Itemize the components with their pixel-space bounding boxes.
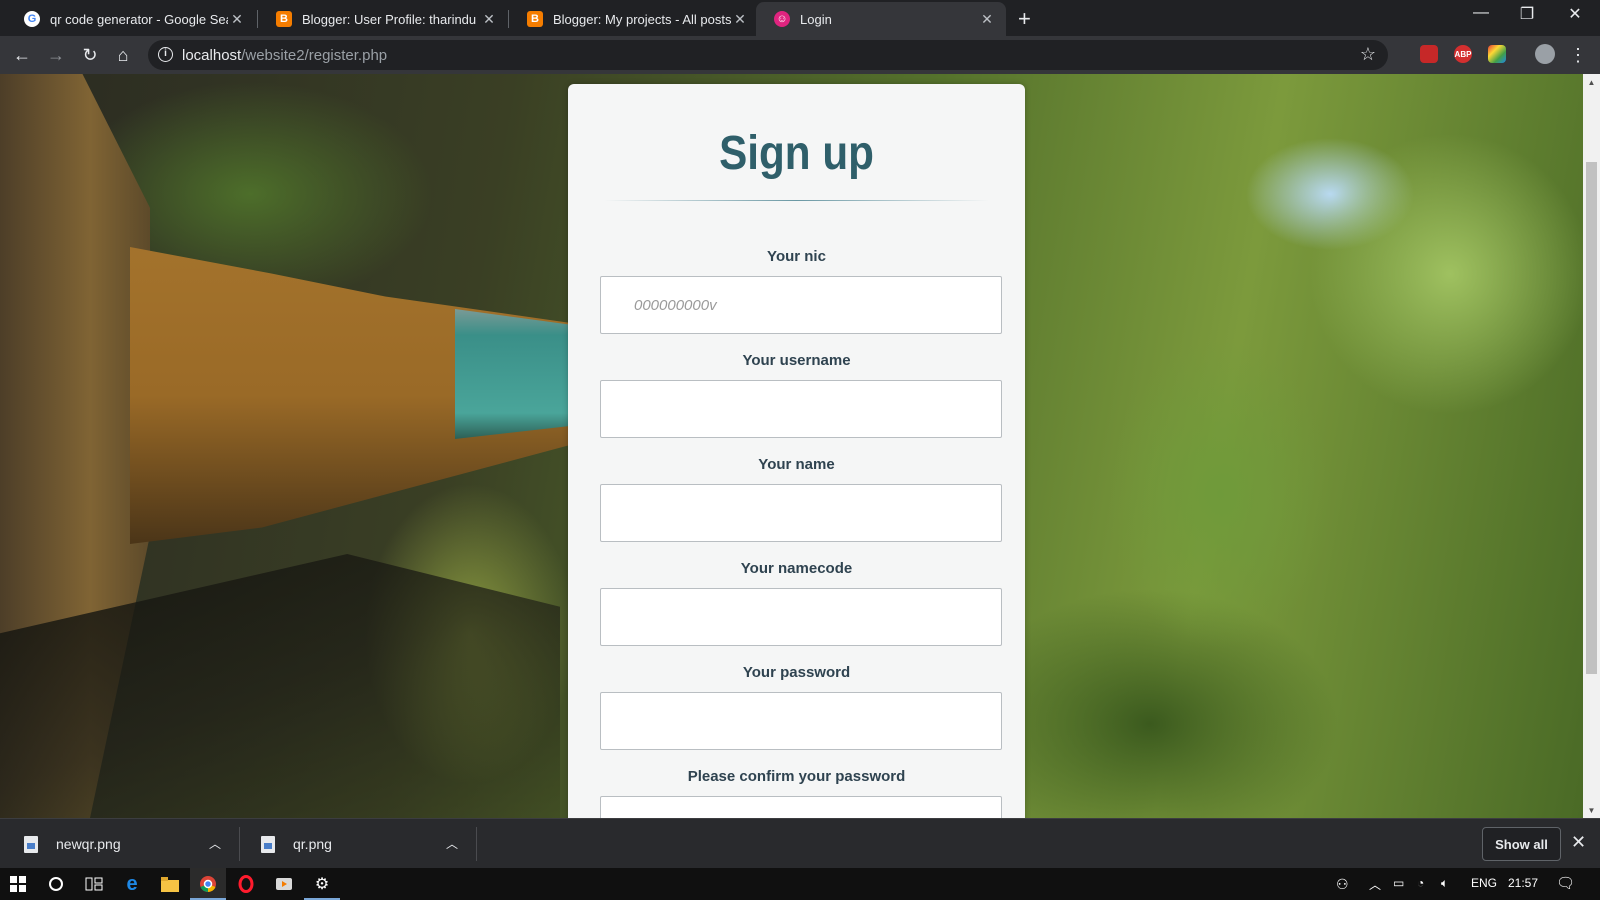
bookmark-star-icon[interactable]: ☆ xyxy=(1360,44,1376,65)
opera-browser-icon[interactable] xyxy=(228,868,264,900)
scroll-up-arrow-icon[interactable]: ▲ xyxy=(1583,78,1600,87)
name-input[interactable] xyxy=(600,484,1002,542)
page-title: Sign up xyxy=(719,127,874,180)
download-filename: qr.png xyxy=(293,836,332,852)
blogger-icon: B xyxy=(276,11,292,27)
chevron-up-icon[interactable]: ︿ xyxy=(446,835,458,852)
home-button[interactable]: ⌂ xyxy=(111,44,135,66)
close-icon[interactable]: ✕ xyxy=(480,11,498,28)
signup-form-card: Sign up Your nic Your username Your name… xyxy=(568,84,1025,818)
show-all-downloads-button[interactable]: Show all xyxy=(1482,827,1561,861)
background-train-green-carriage xyxy=(455,309,570,439)
image-file-icon xyxy=(24,835,38,853)
download-separator xyxy=(476,827,477,861)
adblock-label: ABP xyxy=(1454,49,1472,59)
blogger-icon: B xyxy=(527,11,543,27)
close-icon[interactable]: ✕ xyxy=(731,11,749,28)
url-path: /website2/register.php xyxy=(241,47,388,64)
tab-title: qr code generator - Google Search xyxy=(50,11,228,27)
extension-red-icon[interactable] xyxy=(1420,45,1438,63)
tab-strip: G qr code generator - Google Search ✕ B … xyxy=(0,0,1600,36)
page-viewport: Sign up Your nic Your username Your name… xyxy=(0,74,1583,818)
tab-blogger-projects[interactable]: B Blogger: My projects - All posts ✕ xyxy=(509,2,759,36)
browser-toolbar: ← → ↻ ⌂ i localhost/website2/register.ph… xyxy=(0,36,1600,74)
restore-window-button[interactable]: ❐ xyxy=(1504,4,1550,24)
close-icon[interactable]: ✕ xyxy=(228,11,246,28)
tab-title: Blogger: User Profile: tharindu xyxy=(302,11,477,27)
username-label: Your username xyxy=(742,352,851,369)
reload-button[interactable]: ↻ xyxy=(78,44,102,66)
confirm-password-input[interactable] xyxy=(600,796,1002,818)
namecode-input[interactable] xyxy=(600,588,1002,646)
chevron-up-tray-icon[interactable]: ︿ xyxy=(1369,876,1381,893)
cortana-search-icon[interactable] xyxy=(38,868,74,900)
forward-button[interactable]: → xyxy=(44,44,68,66)
download-item-qr[interactable]: qr.png xyxy=(261,819,332,869)
confirm-password-label: Please confirm your password xyxy=(687,768,906,785)
notifications-icon[interactable]: 🗨︎ xyxy=(1556,874,1575,892)
minimize-window-button[interactable]: — xyxy=(1458,4,1504,22)
close-window-button[interactable]: ✕ xyxy=(1552,4,1598,24)
edge-browser-icon[interactable]: e xyxy=(114,868,150,900)
new-tab-button[interactable]: + xyxy=(1018,6,1031,32)
file-explorer-icon[interactable] xyxy=(152,868,188,900)
tab-title: Blogger: My projects - All posts xyxy=(553,11,731,27)
tab-login[interactable]: ☺ Login ✕ xyxy=(756,2,1006,36)
close-icon[interactable]: ✕ xyxy=(978,11,996,28)
people-icon[interactable]: ⚇ xyxy=(1336,876,1349,893)
scrollbar-thumb[interactable] xyxy=(1586,162,1597,674)
download-bar: newqr.png ︿ qr.png ︿ Show all ✕ xyxy=(0,818,1600,868)
nic-label: Your nic xyxy=(767,248,826,265)
language-indicator[interactable]: ENG xyxy=(1471,876,1497,890)
title-divider xyxy=(604,200,989,201)
menu-kebab-icon[interactable]: ⋮ xyxy=(1566,44,1590,66)
download-separator xyxy=(239,827,240,861)
chrome-taskbar-icon[interactable] xyxy=(190,868,226,900)
url-host: localhost xyxy=(182,47,242,64)
namecode-label: Your namecode xyxy=(740,560,853,577)
image-file-icon xyxy=(261,835,275,853)
scroll-down-arrow-icon[interactable]: ▼ xyxy=(1583,806,1600,815)
clock[interactable]: 21:57 xyxy=(1508,876,1538,890)
google-icon: G xyxy=(24,11,40,27)
login-icon: ☺ xyxy=(774,11,790,27)
wifi-icon[interactable]: ◔ xyxy=(1417,876,1424,890)
tab-title: Login xyxy=(800,11,832,27)
address-bar[interactable]: i localhost/website2/register.php ☆ xyxy=(148,40,1388,70)
tab-google-search[interactable]: G qr code generator - Google Search ✕ xyxy=(6,2,256,36)
username-input[interactable] xyxy=(600,380,1002,438)
battery-icon[interactable]: ▭ xyxy=(1393,876,1404,890)
close-download-bar-icon[interactable]: ✕ xyxy=(1571,832,1586,853)
profile-avatar-icon[interactable] xyxy=(1535,44,1555,64)
media-player-icon[interactable] xyxy=(266,868,302,900)
info-icon[interactable]: i xyxy=(158,47,173,62)
windows-start-icon[interactable] xyxy=(0,868,36,900)
volume-icon[interactable]: 🔈︎ xyxy=(1441,876,1448,891)
settings-gear-icon[interactable]: ⚙ xyxy=(304,868,340,900)
tab-blogger-profile[interactable]: B Blogger: User Profile: tharindu ✕ xyxy=(258,2,508,36)
windows-taskbar: e ⚙ ⚇ ︿ ▭ ◔ 🔈︎ ENG 21:57 🗨︎ xyxy=(0,868,1600,900)
back-button[interactable]: ← xyxy=(10,44,34,66)
name-label: Your name xyxy=(758,456,835,473)
nic-input[interactable] xyxy=(600,276,1002,334)
password-input[interactable] xyxy=(600,692,1002,750)
color-picker-extension-icon[interactable] xyxy=(1488,45,1506,63)
download-item-newqr[interactable]: newqr.png xyxy=(24,819,121,869)
password-label: Your password xyxy=(742,664,851,681)
download-filename: newqr.png xyxy=(56,836,121,852)
url-text[interactable]: localhost/website2/register.php xyxy=(182,47,387,64)
chevron-up-icon[interactable]: ︿ xyxy=(209,835,221,852)
page-scrollbar[interactable]: ▲ ▼ xyxy=(1583,74,1600,818)
adblock-plus-icon[interactable]: ABP xyxy=(1454,45,1472,63)
task-view-icon[interactable] xyxy=(76,868,112,900)
